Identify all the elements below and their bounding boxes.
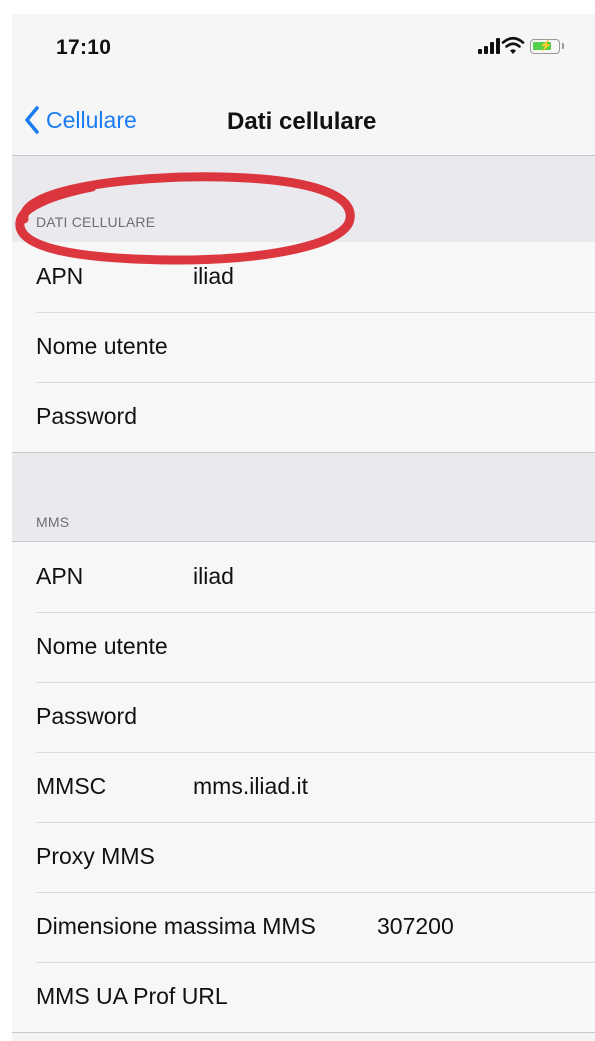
username-row[interactable]: Nome utente (12, 312, 595, 382)
row-label: Password (36, 703, 137, 729)
status-bar: 17:10 ⚡ (12, 14, 595, 84)
row-value: 307200 (377, 913, 454, 939)
page-title: Dati cellulare (227, 108, 377, 135)
signal-icon (478, 38, 500, 54)
mmsc-row[interactable]: MMSC mms.iliad.it (12, 752, 595, 822)
mms-proxy-row[interactable]: Proxy MMS (12, 822, 595, 892)
mms-password-row[interactable]: Password (12, 682, 595, 752)
row-label: Password (36, 403, 137, 429)
section-header-label: MMS (36, 514, 70, 530)
row-label: Proxy MMS (36, 843, 155, 869)
navigation-bar: Cellulare Dati cellulare (12, 84, 595, 156)
row-label: MMSC (36, 773, 107, 799)
row-value: mms.iliad.it (193, 773, 309, 799)
row-label: Nome utente (36, 333, 168, 359)
highlight-ellipse (15, 172, 355, 265)
wifi-icon (501, 36, 525, 54)
row-label: Dimensione massima MMS (36, 913, 316, 939)
back-button[interactable]: Cellulare (24, 106, 137, 134)
row-label: Nome utente (36, 633, 168, 659)
mms-max-size-row[interactable]: Dimensione massima MMS 307200 (12, 892, 595, 962)
battery-charging-icon: ⚡ (530, 39, 564, 54)
mms-apn-row[interactable]: APN iliad (12, 542, 595, 612)
back-label: Cellulare (46, 106, 137, 133)
chevron-left-icon (25, 106, 39, 134)
row-label: APN (36, 563, 84, 589)
status-time: 17:10 (56, 36, 112, 59)
row-value: iliad (193, 263, 234, 289)
mms-group: APN iliad Nome utente Password MMSC mms.… (12, 541, 595, 1033)
password-row[interactable]: Password (12, 382, 595, 452)
row-label: APN (36, 263, 84, 289)
mms-ua-prof-url-row[interactable]: MMS UA Prof URL (12, 962, 595, 1032)
row-value: iliad (193, 563, 234, 589)
row-label: MMS UA Prof URL (36, 983, 228, 1009)
cellular-data-group: APN iliad Nome utente Password (12, 242, 595, 453)
mms-username-row[interactable]: Nome utente (12, 612, 595, 682)
section-header-mms: MMS (12, 453, 595, 542)
phone-screen: 17:10 ⚡ Cellulare Dati cellulare DATI CE… (12, 14, 595, 1041)
